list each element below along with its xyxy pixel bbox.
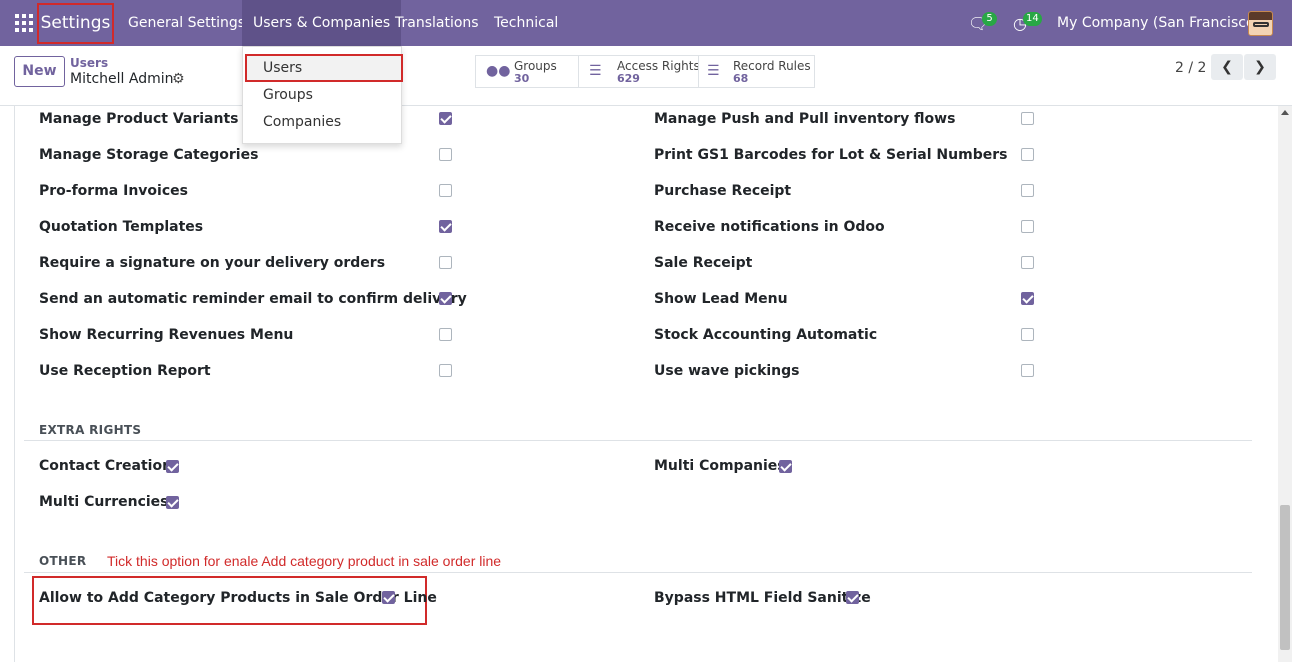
section-divider xyxy=(24,572,1252,573)
right-checkbox[interactable] xyxy=(439,112,452,125)
right-checkbox[interactable] xyxy=(1021,220,1034,233)
smart-button-value: 68 xyxy=(733,72,749,85)
extra-right-label: Multi Companies xyxy=(654,458,786,474)
right-label: Purchase Receipt xyxy=(654,183,792,199)
users-companies-dropdown: Users Groups Companies xyxy=(242,46,403,144)
right-checkbox[interactable] xyxy=(439,292,452,305)
right-label: Manage Product Variants xyxy=(39,111,239,127)
right-checkbox[interactable] xyxy=(1021,328,1034,341)
list-icon: ☰ xyxy=(589,63,602,79)
right-checkbox[interactable] xyxy=(439,256,452,269)
right-checkbox[interactable] xyxy=(1021,184,1034,197)
extra-right-checkbox[interactable] xyxy=(166,496,179,509)
right-label: Manage Push and Pull inventory flows xyxy=(654,111,956,127)
dropdown-item-users[interactable]: Users xyxy=(263,60,302,76)
bypass-sanitize-checkbox[interactable] xyxy=(846,591,859,604)
right-label: Use Reception Report xyxy=(39,363,211,379)
pager-value: 2 / 2 xyxy=(1175,60,1207,76)
record-name: Mitchell Admin xyxy=(70,71,174,87)
extra-right-label: Multi Currencies xyxy=(39,494,169,510)
right-checkbox[interactable] xyxy=(439,220,452,233)
right-label: Pro-forma Invoices xyxy=(39,183,188,199)
smart-button-value: 30 xyxy=(514,72,530,85)
extra-rights-title: EXTRA RIGHTS xyxy=(39,423,142,437)
menu-translations[interactable]: Translations xyxy=(395,0,479,46)
right-label: Quotation Templates xyxy=(39,219,204,235)
right-checkbox[interactable] xyxy=(439,148,452,161)
company-switcher[interactable]: My Company (San Francisco) xyxy=(1057,0,1260,46)
right-checkbox[interactable] xyxy=(439,184,452,197)
scrollbar-thumb[interactable] xyxy=(1280,505,1290,650)
pager-next-button[interactable]: ❯ xyxy=(1244,54,1276,80)
menu-users-companies[interactable]: Users & Companies xyxy=(242,0,402,46)
extra-right-label: Contact Creation xyxy=(39,458,173,474)
user-avatar[interactable] xyxy=(1248,11,1273,36)
right-checkbox[interactable] xyxy=(439,364,452,377)
category-products-checkbox[interactable] xyxy=(382,591,395,604)
breadcrumb-users[interactable]: Users xyxy=(70,56,108,70)
dropdown-item-companies[interactable]: Companies xyxy=(263,114,341,130)
smart-button-value: 629 xyxy=(617,72,640,85)
right-checkbox[interactable] xyxy=(1021,256,1034,269)
menu-technical[interactable]: Technical xyxy=(494,0,558,46)
right-checkbox[interactable] xyxy=(1021,148,1034,161)
messages-badge: 5 xyxy=(982,12,997,26)
scroll-up-icon[interactable] xyxy=(1281,110,1289,115)
dropdown-item-groups[interactable]: Groups xyxy=(263,87,313,103)
other-title: OTHER xyxy=(39,554,87,568)
right-label: Sale Receipt xyxy=(654,255,753,271)
top-navbar: Settings General Settings Users & Compan… xyxy=(0,0,1292,46)
pager-previous-button[interactable]: ❮ xyxy=(1211,54,1243,80)
smart-button-label: Access Rights xyxy=(617,59,700,73)
right-label: Use wave pickings xyxy=(654,363,800,379)
right-label: Require a signature on your delivery ord… xyxy=(39,255,386,271)
smart-button-label: Record Rules xyxy=(733,59,811,73)
right-checkbox[interactable] xyxy=(1021,292,1034,305)
right-checkbox[interactable] xyxy=(439,328,452,341)
smart-button-label: Groups xyxy=(514,59,557,73)
app-brand[interactable]: Settings xyxy=(37,3,114,44)
other-right-label: Bypass HTML Field Sanitize xyxy=(654,590,871,606)
right-label: Print GS1 Barcodes for Lot & Serial Numb… xyxy=(654,147,1008,163)
extra-right-checkbox[interactable] xyxy=(166,460,179,473)
users-group-icon: ●● xyxy=(486,63,511,79)
right-label: Stock Accounting Automatic xyxy=(654,327,878,343)
menu-general-settings[interactable]: General Settings xyxy=(128,0,245,46)
record-rules-smart-button[interactable]: ☰ Record Rules 68 xyxy=(698,55,815,88)
right-checkbox[interactable] xyxy=(1021,364,1034,377)
right-label: Send an automatic reminder email to conf… xyxy=(39,291,467,307)
right-checkbox[interactable] xyxy=(1021,112,1034,125)
access-rights-smart-button[interactable]: ☰ Access Rights 629 xyxy=(578,55,700,88)
annotation-note: Tick this option for enale Add category … xyxy=(107,553,502,569)
right-label: Show Lead Menu xyxy=(654,291,788,307)
new-button[interactable]: New xyxy=(14,56,65,87)
groups-smart-button[interactable]: ●● Groups 30 xyxy=(475,55,579,88)
extra-right-checkbox[interactable] xyxy=(779,460,792,473)
other-right-label: Allow to Add Category Products in Sale O… xyxy=(39,590,437,606)
right-label: Show Recurring Revenues Menu xyxy=(39,327,294,343)
right-label: Receive notifications in Odoo xyxy=(654,219,885,235)
right-label: Manage Storage Categories xyxy=(39,147,259,163)
section-divider xyxy=(24,440,1252,441)
activities-badge: 14 xyxy=(1023,12,1042,26)
gear-icon[interactable]: ⚙ xyxy=(172,71,185,87)
list-icon: ☰ xyxy=(707,63,720,79)
apps-menu-icon[interactable] xyxy=(15,14,33,32)
control-panel: New Users Mitchell Admin ⚙ ●● Groups 30 … xyxy=(0,46,1292,106)
